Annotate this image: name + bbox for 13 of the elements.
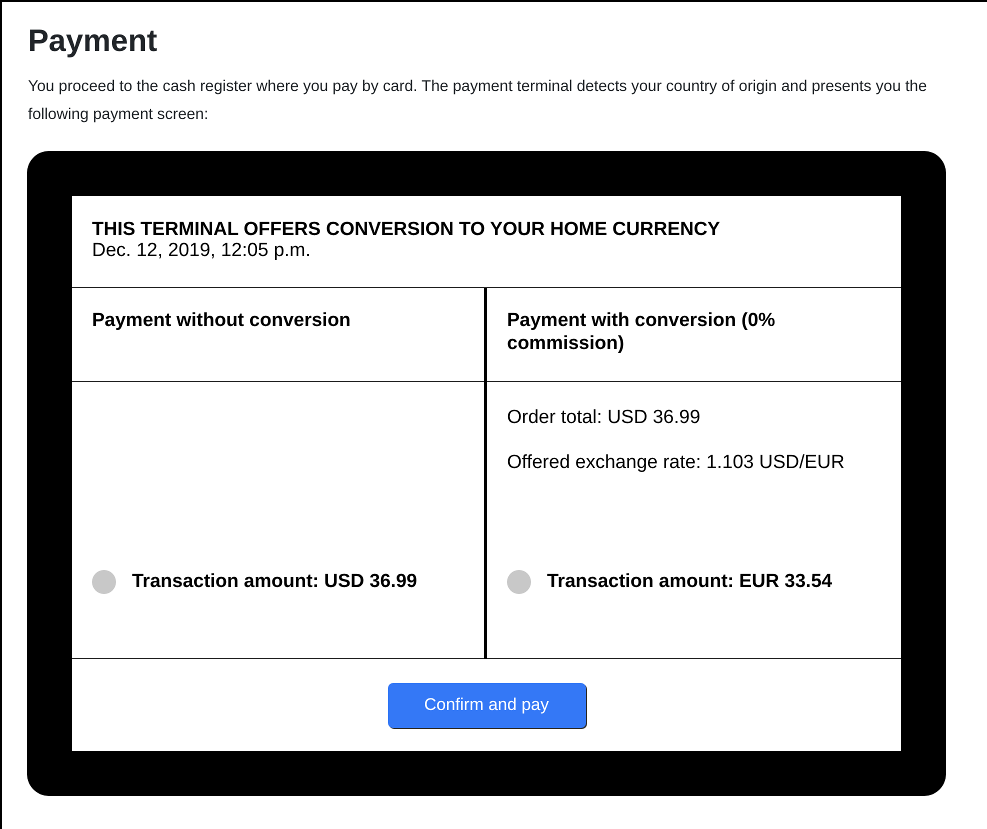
date-time: Dec. 12, 2019, 12:05 p.m. — [92, 241, 312, 262]
option-heading: Payment with conversion (0% commission) — [507, 310, 776, 354]
detail-text: Order total: USD 36.99 — [507, 406, 702, 430]
option-heading: Payment without conversion — [92, 310, 351, 332]
confirm-pay-button[interactable]: Confirm and pay — [388, 682, 586, 728]
page-title: Payment — [28, 22, 158, 60]
detail-text: Offered exchange rate: 1.103 USD/EUR — [507, 450, 846, 475]
amount-label: Transaction amount: USD 36.99 — [132, 570, 418, 594]
screen-title: THIS TERMINAL OFFERS CONVERSION TO YOUR HOME CURRENCY — [92, 220, 722, 242]
intro-paragraph: You proceed to the cash register where you pay by card. The payment terminal detects your country of origin and presents you the following payment screen: — [28, 77, 928, 126]
amount-label: Transaction amount: EUR 33.54 — [547, 570, 832, 594]
radio-button[interactable] — [507, 570, 531, 594]
radio-button[interactable] — [92, 570, 116, 594]
